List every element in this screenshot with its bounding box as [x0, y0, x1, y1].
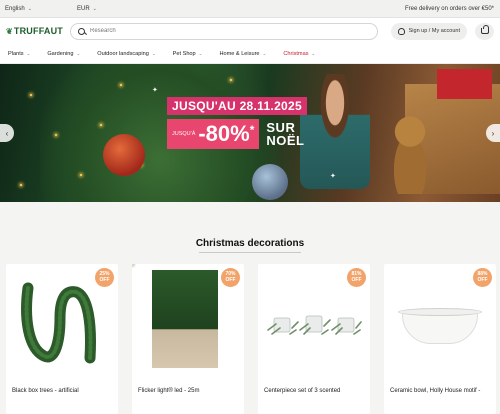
- account-button[interactable]: Sign up / My account: [390, 22, 467, 40]
- bauble-ornament: [252, 164, 288, 200]
- promo-discount: -80%: [198, 121, 250, 146]
- promo-row: JUSQU'À -80% * SUR NOËL: [167, 119, 342, 149]
- product-list: 25% OFF Black box trees - artificial 70%…: [6, 264, 496, 414]
- nav-label: Pet Shop: [172, 50, 196, 57]
- bauble-ornament: [103, 134, 145, 176]
- promo-prefix: JUSQU'À: [172, 131, 196, 137]
- nav-label: Christmas: [283, 50, 309, 57]
- garland-image: [21, 282, 96, 364]
- promo-line-2: NOËL: [266, 133, 305, 148]
- promo-discount-badge: JUSQU'À -80% *: [167, 119, 260, 149]
- chevron-down-icon: ⌄: [27, 5, 32, 12]
- ceramic-bowl-image: [402, 312, 478, 344]
- promo-caption: SUR NOËL: [266, 121, 304, 147]
- search-input[interactable]: [90, 28, 350, 34]
- language-selector[interactable]: English ⌄: [5, 6, 77, 12]
- chevron-down-icon: ⌄: [262, 50, 267, 56]
- logo-text: TRUFFAUT: [13, 26, 63, 36]
- discount-off: OFF: [99, 276, 110, 283]
- light-dot: [230, 79, 232, 81]
- product-card[interactable]: 88% OFF Ceramic bowl, Holly House motif …: [384, 264, 496, 414]
- promo-date: JUSQU'AU 28.11.2025: [167, 97, 307, 115]
- chevron-down-icon: ⌄: [76, 50, 81, 56]
- language-value: English: [5, 5, 25, 12]
- discount-badge: 25% OFF: [95, 268, 114, 287]
- product-title[interactable]: Ceramic bowl, Holly House motif -: [390, 387, 490, 395]
- sparkle-icon: ✦: [152, 87, 158, 94]
- section-title: Christmas decorations: [195, 238, 305, 249]
- chevron-down-icon: ⌄: [311, 50, 316, 56]
- centerpiece-image: [267, 315, 362, 335]
- currency-selector[interactable]: EUR ⌄: [77, 6, 137, 12]
- search-icon: [78, 27, 85, 35]
- product-title[interactable]: Black box trees - artificial: [12, 387, 112, 395]
- chevron-left-icon: ‹: [5, 128, 9, 138]
- top-bar: English ⌄ EUR ⌄ Free delivery on orders …: [0, 0, 500, 18]
- discount-off: OFF: [225, 276, 236, 283]
- product-title[interactable]: Centerpiece set of 3 scented: [264, 387, 364, 395]
- product-title[interactable]: Flicker light® led - 25m: [138, 387, 238, 395]
- light-dot: [80, 174, 82, 176]
- hero-banner[interactable]: ✦ ✦ JUSQU'AU 28.11.2025 JUSQU'À -80% * S…: [0, 64, 500, 202]
- chevron-down-icon: ⌄: [26, 50, 31, 56]
- promo-asterisk: *: [249, 123, 255, 137]
- account-label: Sign up / My account: [408, 28, 460, 34]
- light-dot: [100, 124, 102, 126]
- nav-label: Plants: [8, 50, 24, 57]
- delivery-notice: Free delivery on orders over €50*: [404, 5, 494, 12]
- main-nav: Plants ⌄ Gardening ⌄ Outdoor landscaping ⌄ …: [0, 44, 500, 64]
- lit-tree-image: [152, 270, 218, 368]
- cart-button[interactable]: [475, 22, 494, 40]
- logo[interactable]: ❦ TRUFFAUT: [6, 26, 63, 36]
- nav-item-gardening[interactable]: Gardening ⌄: [47, 51, 80, 57]
- gift-box: [437, 69, 492, 99]
- product-card[interactable]: 70% OFF Flicker light® led - 25m: [132, 264, 244, 414]
- nav-label: Gardening: [47, 50, 74, 57]
- chevron-down-icon: ⌄: [198, 50, 203, 56]
- discount-badge: 70% OFF: [221, 268, 240, 287]
- teddy-bear-image: [385, 114, 435, 194]
- sparkle-icon: ✦: [330, 173, 336, 180]
- product-card[interactable]: 81% OFF Centerpiece set of 3 scented: [258, 264, 370, 414]
- light-dot: [20, 184, 22, 186]
- discount-off: OFF: [477, 276, 488, 283]
- carousel-prev-button[interactable]: ‹: [0, 124, 14, 142]
- shopping-bag-icon: [480, 25, 489, 34]
- carousel-next-button[interactable]: ›: [486, 124, 500, 142]
- nav-label: Outdoor landscaping: [97, 50, 149, 57]
- promo-block: JUSQU'AU 28.11.2025 JUSQU'À -80% * SUR N…: [167, 97, 342, 149]
- light-dot: [30, 94, 32, 96]
- leaf-icon: ❦: [6, 26, 13, 36]
- product-card[interactable]: 25% OFF Black box trees - artificial: [6, 264, 118, 414]
- chevron-down-icon: ⌄: [151, 50, 156, 56]
- bowl-rim: [398, 308, 482, 316]
- nav-label: Home & Leisure: [219, 50, 260, 57]
- user-icon: [397, 27, 405, 35]
- section-divider: [199, 252, 301, 253]
- discount-off: OFF: [351, 276, 362, 283]
- header: ❦ TRUFFAUT Sign up / My account: [0, 18, 500, 44]
- light-dot: [55, 134, 57, 136]
- chevron-down-icon: ⌄: [92, 5, 97, 12]
- nav-item-christmas[interactable]: Christmas ⌄: [283, 51, 315, 57]
- nav-item-pet-shop[interactable]: Pet Shop ⌄: [173, 51, 203, 57]
- nav-item-home-leisure[interactable]: Home & Leisure ⌄: [219, 51, 266, 57]
- nav-item-plants[interactable]: Plants ⌄: [8, 51, 30, 57]
- nav-item-outdoor-landscaping[interactable]: Outdoor landscaping ⌄: [97, 51, 155, 57]
- currency-value: EUR: [77, 5, 90, 12]
- search-bar[interactable]: [70, 22, 378, 40]
- chevron-right-icon: ›: [491, 128, 495, 138]
- light-dot: [120, 84, 122, 86]
- discount-badge: 88% OFF: [473, 268, 492, 287]
- discount-badge: 81% OFF: [347, 268, 366, 287]
